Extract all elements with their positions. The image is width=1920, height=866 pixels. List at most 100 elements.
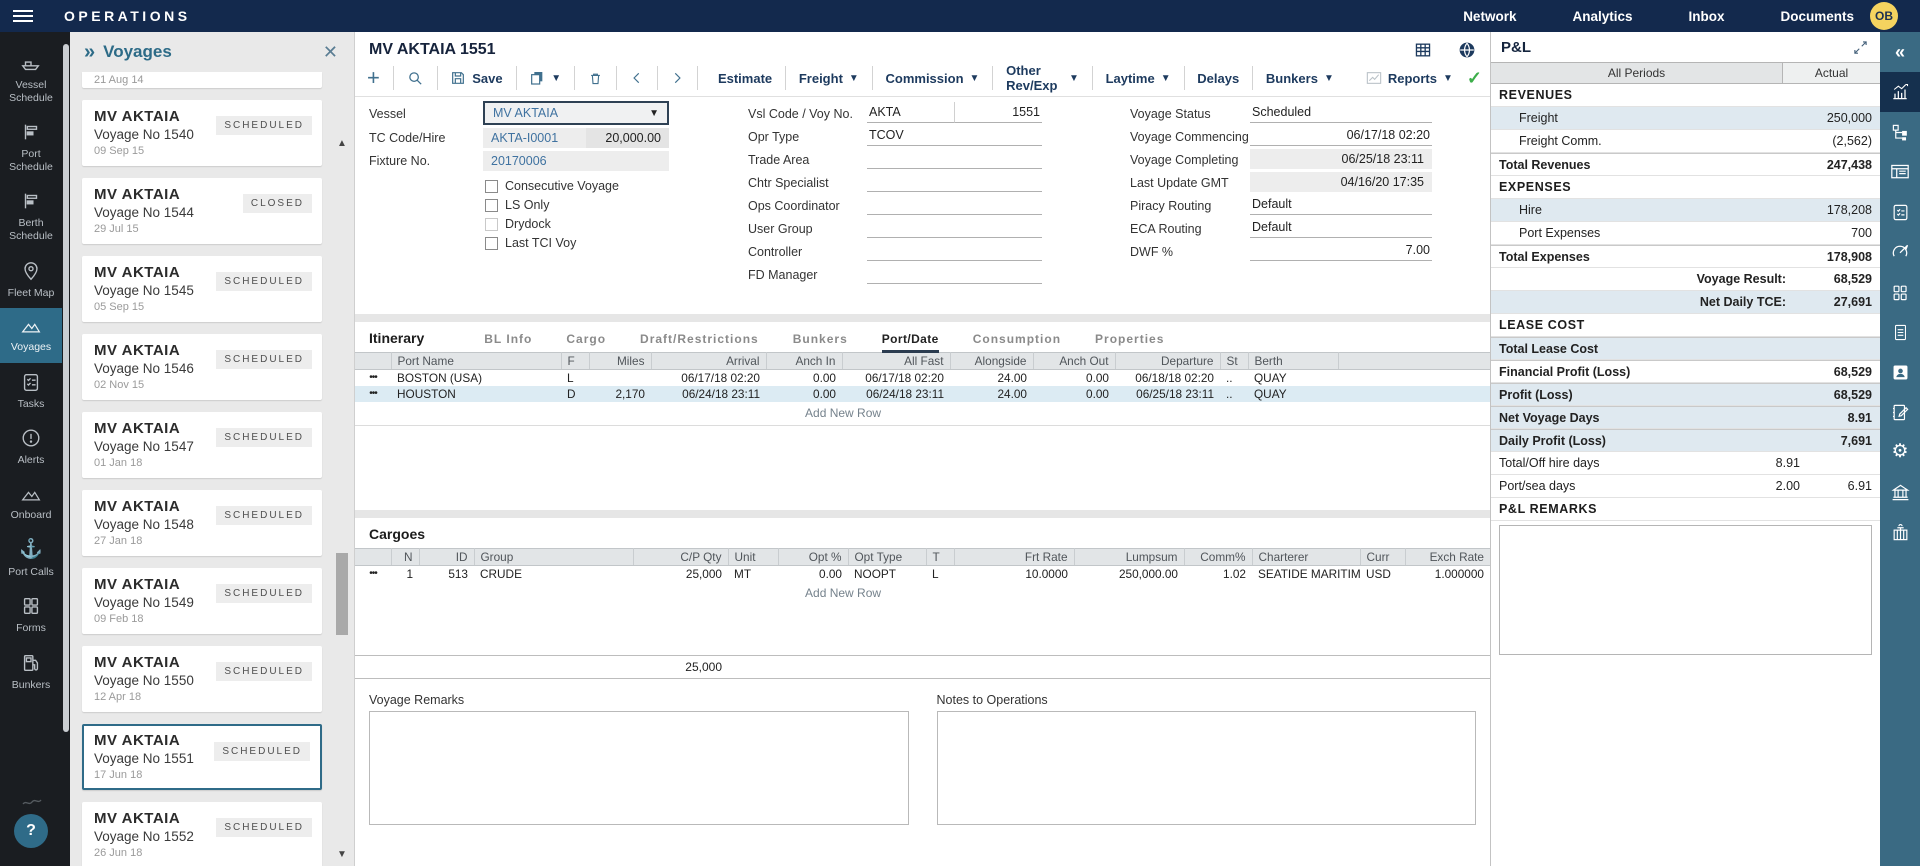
container-crane-icon[interactable] (1880, 512, 1920, 552)
scroll-down-icon[interactable]: ▼ (335, 849, 349, 860)
opr-type-field[interactable]: TCOV (867, 125, 1042, 146)
scrollbar-thumb[interactable] (336, 553, 348, 635)
chtr-specialist-field[interactable] (867, 171, 1042, 192)
help-button[interactable]: ? (14, 814, 48, 848)
hamburger-menu-icon[interactable] (0, 10, 46, 22)
tab-all-periods[interactable]: All Periods (1491, 63, 1783, 83)
contact-card-icon[interactable] (1880, 352, 1920, 392)
tab-bl-info[interactable]: BL Info (484, 332, 532, 353)
voyage-card-1540[interactable]: MV AKTAIA Voyage No 1540 09 Sep 15 SCHED… (82, 100, 322, 166)
user-avatar[interactable]: OB (1870, 2, 1898, 30)
forms-grid-icon[interactable] (1880, 272, 1920, 312)
voyage-card-1551-selected[interactable]: MV AKTAIA Voyage No 1551 17 Jun 18 SCHED… (82, 724, 322, 790)
tc-code-field[interactable]: AKTA-I0001 (483, 128, 586, 148)
row-menu-icon[interactable]: ••• (355, 566, 391, 582)
previous-button[interactable] (626, 70, 648, 86)
document-icon[interactable] (1880, 312, 1920, 352)
sidebar-item-tasks[interactable]: Tasks (0, 363, 62, 420)
ops-coordinator-field[interactable] (867, 194, 1042, 215)
sidebar-item-alerts[interactable]: Alerts (0, 419, 62, 476)
voyage-card-1545[interactable]: MV AKTAIA Voyage No 1545 05 Sep 15 SCHED… (82, 256, 322, 322)
expand-panel-icon[interactable] (1853, 40, 1868, 55)
collapse-strip-icon[interactable]: « (1880, 32, 1920, 72)
tab-actual[interactable]: Actual (1783, 63, 1880, 83)
next-button[interactable] (666, 70, 688, 86)
voyage-commencing-field[interactable]: 06/17/18 02:20 (1250, 125, 1432, 146)
consecutive-voyage-checkbox[interactable]: Consecutive Voyage (485, 179, 619, 193)
voyage-remarks-textarea[interactable] (369, 711, 909, 825)
laytime-menu[interactable]: Laytime▼ (1102, 71, 1175, 86)
sidebar-item-fleet-map[interactable]: Fleet Map (0, 252, 62, 309)
nav-inbox[interactable]: Inbox (1688, 9, 1724, 24)
row-menu-icon[interactable]: ••• (355, 370, 391, 386)
sidebar-item-port-calls[interactable]: ⚓ Port Calls (0, 531, 62, 588)
nav-analytics[interactable]: Analytics (1572, 9, 1632, 24)
tab-cargo[interactable]: Cargo (566, 332, 606, 353)
checklist-icon[interactable] (1880, 192, 1920, 232)
user-group-field[interactable] (867, 217, 1042, 238)
other-rev-exp-menu[interactable]: Other Rev/Exp▼ (1002, 63, 1083, 93)
tab-consumption[interactable]: Consumption (973, 332, 1061, 353)
voyage-card-1546[interactable]: MV AKTAIA Voyage No 1546 02 Nov 15 SCHED… (82, 334, 322, 400)
sidebar-item-berth-schedule[interactable]: Berth Schedule (0, 182, 62, 251)
scroll-up-icon[interactable]: ▲ (335, 138, 349, 149)
notes-to-operations-textarea[interactable] (937, 711, 1477, 825)
commission-menu[interactable]: Commission▼ (882, 71, 984, 86)
grid-view-icon[interactable] (1414, 42, 1432, 58)
sidebar-item-port-schedule[interactable]: Port Schedule (0, 113, 62, 182)
globe-icon[interactable] (1458, 41, 1476, 59)
freight-menu[interactable]: Freight▼ (795, 71, 863, 86)
gauge-edit-icon[interactable] (1880, 232, 1920, 272)
cargoes-add-new-row[interactable]: Add New Row (355, 582, 1331, 605)
sidebar-item-bunkers[interactable]: Bunkers (0, 644, 62, 701)
nav-network[interactable]: Network (1463, 9, 1516, 24)
vessel-dropdown[interactable]: MV AKTAIA ▼ (483, 101, 669, 125)
controller-field[interactable] (867, 240, 1042, 261)
notebook-edit-icon[interactable] (1880, 392, 1920, 432)
sidebar-item-vessel-schedule[interactable]: Vessel Schedule (0, 44, 62, 113)
close-panel-icon[interactable]: ✕ (319, 40, 342, 65)
voyage-card-1544[interactable]: MV AKTAIA Voyage No 1544 29 Jul 15 CLOSE… (82, 178, 322, 244)
fd-manager-field[interactable] (867, 263, 1042, 284)
tab-properties[interactable]: Properties (1095, 332, 1164, 353)
tab-bunkers[interactable]: Bunkers (793, 332, 848, 353)
piracy-routing-field[interactable]: Default (1250, 194, 1432, 215)
voyage-card-1547[interactable]: MV AKTAIA Voyage No 1547 01 Jan 18 SCHED… (82, 412, 322, 478)
reports-menu[interactable]: Reports ▼ (1362, 71, 1457, 86)
port-cell[interactable]: HOUSTON (391, 386, 561, 402)
voyage-card-1548[interactable]: MV AKTAIA Voyage No 1548 27 Jan 18 SCHED… (82, 490, 322, 556)
fixture-no-field[interactable]: 20170006 (483, 151, 669, 171)
hierarchy-icon[interactable] (1880, 112, 1920, 152)
voyage-card-1549[interactable]: MV AKTAIA Voyage No 1549 09 Feb 18 SCHED… (82, 568, 322, 634)
sidebar-item-onboard[interactable]: Onboard (0, 476, 62, 531)
voyage-card-1550[interactable]: MV AKTAIA Voyage No 1550 12 Apr 18 SCHED… (82, 646, 322, 712)
tc-hire-field[interactable]: 20,000.00 (586, 128, 669, 148)
sidebar-scrollbar[interactable] (63, 44, 69, 732)
delays-menu[interactable]: Delays (1193, 71, 1243, 86)
tab-draft-restrictions[interactable]: Draft/Restrictions (640, 332, 759, 353)
pnl-remarks-textarea[interactable] (1499, 525, 1872, 655)
ls-only-checkbox[interactable]: LS Only (485, 198, 549, 212)
ledger-table-icon[interactable] (1880, 152, 1920, 192)
voyage-card-1552[interactable]: MV AKTAIA Voyage No 1552 26 Jun 18 SCHED… (82, 802, 322, 866)
itinerary-add-new-row[interactable]: Add New Row (355, 402, 1331, 425)
collapse-panel-icon[interactable]: » (84, 42, 95, 62)
gear-icon[interactable]: ⚙ (1880, 432, 1920, 472)
row-menu-icon[interactable]: ••• (355, 386, 391, 402)
search-button[interactable] (403, 70, 428, 87)
nav-documents[interactable]: Documents (1780, 9, 1854, 24)
tab-port-date[interactable]: Port/Date (882, 332, 939, 353)
last-tci-voy-checkbox[interactable]: Last TCI Voy (485, 236, 576, 250)
voyage-card-partial[interactable]: 21 Aug 14 (82, 72, 322, 88)
copy-menu-button[interactable]: ▼ (525, 70, 565, 86)
sidebar-item-forms[interactable]: Forms (0, 587, 62, 644)
port-cell[interactable]: BOSTON (USA) (391, 370, 561, 386)
add-button[interactable]: + (363, 68, 384, 88)
sidebar-item-voyages[interactable]: Voyages (0, 308, 62, 363)
trade-area-field[interactable] (867, 148, 1042, 169)
validate-check-icon[interactable]: ✓ (1467, 68, 1482, 89)
vsl-code-field[interactable]: AKTA (867, 102, 955, 123)
bank-icon[interactable] (1880, 472, 1920, 512)
dwf-field[interactable]: 7.00 (1250, 240, 1432, 261)
voy-no-field[interactable]: 1551 (955, 102, 1042, 123)
